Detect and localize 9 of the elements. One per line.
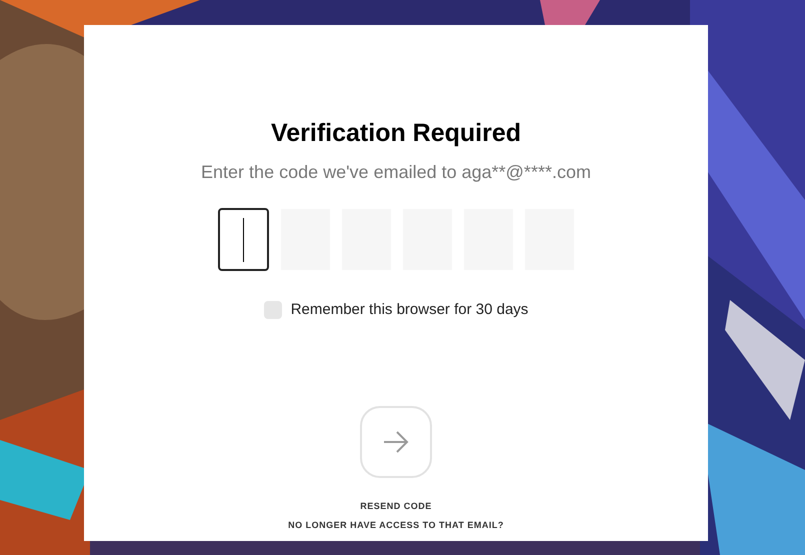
checkbox-label[interactable]: Remember this browser for 30 days bbox=[290, 299, 528, 322]
arrow-right-icon bbox=[383, 430, 409, 452]
text-cursor bbox=[243, 218, 244, 262]
dialog-subtitle: Enter the code we've emailed to aga**@****.com bbox=[201, 161, 591, 184]
code-input[interactable] bbox=[218, 208, 269, 271]
checkbox[interactable] bbox=[264, 301, 282, 320]
text-link[interactable]: NO LONGER HAVE ACCESS TO THAT EMAIL? bbox=[288, 518, 504, 532]
dialog-title: Verification Required bbox=[270, 118, 522, 148]
text-link[interactable]: RESEND CODE bbox=[360, 500, 432, 512]
